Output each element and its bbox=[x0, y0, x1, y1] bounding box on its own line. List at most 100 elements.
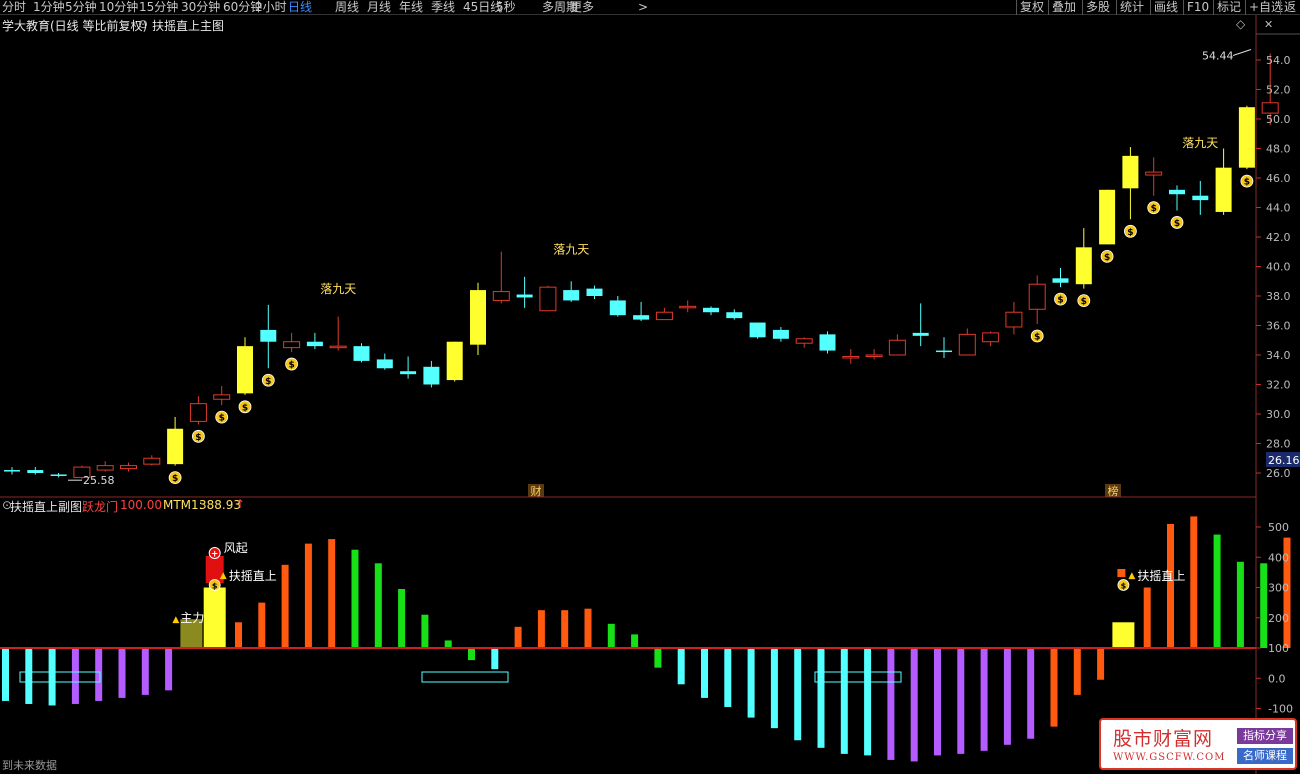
toolbar-button-7[interactable]: +自选 bbox=[1249, 0, 1283, 15]
period-tab-14[interactable]: 5秒 bbox=[496, 0, 516, 15]
main-indicator-title[interactable]: 扶摇直上主图 bbox=[152, 17, 224, 34]
soar-label: 扶摇直上 bbox=[1137, 568, 1185, 583]
period-tab-8[interactable]: 日线 bbox=[288, 0, 312, 15]
indicator-bar bbox=[421, 614, 429, 648]
indicator-bar bbox=[724, 648, 732, 707]
candle-body bbox=[609, 300, 626, 316]
candle-body bbox=[1075, 247, 1092, 285]
toolbar-separator bbox=[1183, 0, 1184, 15]
money-bag-sign: $ bbox=[1057, 296, 1063, 306]
candle-body bbox=[306, 341, 323, 347]
period-tab-9[interactable]: 周线 bbox=[335, 0, 359, 15]
candle-body bbox=[865, 354, 883, 357]
indicator-bar bbox=[398, 589, 406, 648]
price-axis: ◇ ✕ 54.0 52.0 50.0 48.0 46.0 44.0 42.0 40.0 38.0 36… bbox=[0, 15, 1300, 774]
toolbar-button-8[interactable]: 返 bbox=[1284, 0, 1296, 15]
candle-body bbox=[4, 470, 20, 472]
candle-body bbox=[329, 345, 347, 349]
more-chevron-icon[interactable]: > bbox=[638, 0, 648, 15]
indicator-bar bbox=[95, 648, 103, 701]
indicator-bar bbox=[235, 622, 242, 648]
candle-body bbox=[1052, 278, 1069, 283]
watermark-tag-share: 指标分享 bbox=[1237, 728, 1293, 744]
y-tick-label: 54.0 bbox=[1266, 54, 1291, 67]
indicator-bar bbox=[677, 648, 685, 685]
indicator-bar bbox=[165, 648, 173, 691]
candle-body bbox=[772, 329, 789, 339]
indicator-bar bbox=[607, 623, 615, 648]
toolbar-button-3[interactable]: 统计 bbox=[1120, 0, 1144, 15]
toolbar-button-0[interactable]: 复权 bbox=[1020, 0, 1044, 15]
candle-body bbox=[819, 334, 836, 351]
indicator-bar bbox=[1050, 648, 1058, 727]
money-bag-sign: $ bbox=[219, 414, 225, 424]
candlestick-layer bbox=[4, 53, 1279, 479]
indicator-bar bbox=[584, 608, 592, 648]
period-tab-4[interactable]: 15分钟 bbox=[139, 0, 178, 15]
indicator-bar bbox=[1073, 648, 1081, 695]
watermark-logo: 股市财富网 WWW.GSCFW.COM 指标分享 名师课程 bbox=[1099, 718, 1297, 770]
indicator-bar bbox=[1143, 587, 1151, 648]
event-marker-text: 榜 bbox=[1108, 484, 1119, 498]
indicator-bar bbox=[957, 648, 965, 754]
watermark-tag-course: 名师课程 bbox=[1237, 748, 1293, 764]
candle-body bbox=[703, 307, 719, 313]
candle-body bbox=[1099, 189, 1116, 245]
toolbar-button-4[interactable]: 画线 bbox=[1154, 0, 1178, 15]
sub-y-tick-label: -100 bbox=[1268, 703, 1293, 716]
period-tab-10[interactable]: 月线 bbox=[367, 0, 391, 15]
high-arrow-icon bbox=[1232, 49, 1252, 56]
candle-body bbox=[189, 403, 207, 422]
period-tab-3[interactable]: 10分钟 bbox=[99, 0, 138, 15]
candle-body bbox=[1028, 283, 1046, 310]
candle-body bbox=[1005, 311, 1023, 328]
toolbar-button-1[interactable]: 叠加 bbox=[1052, 0, 1076, 15]
candle-body bbox=[1145, 171, 1163, 176]
close-icon: ✕ bbox=[1264, 18, 1273, 31]
period-tab-16[interactable]: 更多 bbox=[570, 0, 594, 15]
indicator-bar bbox=[1260, 563, 1268, 648]
indicator-bar bbox=[2, 648, 9, 701]
indicator-bar bbox=[328, 539, 336, 648]
indicator-toggle-icon[interactable]: ⊙ bbox=[138, 17, 148, 31]
period-tab-11[interactable]: 年线 bbox=[399, 0, 423, 15]
toolbar-separator bbox=[1280, 0, 1281, 15]
period-tab-7[interactable]: 2小时 bbox=[255, 0, 287, 15]
indicator-bar bbox=[1027, 648, 1035, 739]
money-bag-sign: $ bbox=[195, 433, 201, 443]
indicator-bar bbox=[304, 543, 312, 648]
candle-body bbox=[1169, 189, 1185, 195]
money-bag-sign: $ bbox=[1174, 219, 1180, 229]
indicator-bar bbox=[887, 648, 895, 760]
candle-body bbox=[50, 474, 67, 476]
toolbar-button-5[interactable]: F10 bbox=[1187, 0, 1209, 15]
period-tab-2[interactable]: 5分钟 bbox=[65, 0, 97, 15]
soar-marker bbox=[1117, 569, 1126, 577]
toolbar-button-2[interactable]: 多股 bbox=[1086, 0, 1110, 15]
candle-body bbox=[96, 465, 114, 471]
toolbar-button-6[interactable]: 标记 bbox=[1217, 0, 1241, 15]
candle-body bbox=[1192, 195, 1209, 201]
indicator-bar bbox=[817, 648, 825, 748]
period-tab-12[interactable]: 季线 bbox=[431, 0, 455, 15]
fall-signal-label: 落九天 bbox=[1182, 136, 1218, 150]
indicator-bar bbox=[514, 626, 522, 648]
y-tick-label: 32.0 bbox=[1266, 379, 1291, 392]
period-tab-0[interactable]: 分时 bbox=[2, 0, 26, 15]
indicator-bar bbox=[701, 648, 708, 698]
indicator-bar bbox=[770, 648, 778, 729]
indicator-bar bbox=[118, 648, 126, 698]
indicator-name: 跃龙门 bbox=[82, 500, 119, 514]
sub-indicator-title[interactable]: 扶摇直上副图 bbox=[10, 498, 82, 515]
indicator-bar bbox=[1097, 648, 1105, 680]
candle-body bbox=[749, 322, 766, 338]
period-tab-5[interactable]: 30分钟 bbox=[181, 0, 220, 15]
sub-y-tick-label: 200 bbox=[1268, 612, 1289, 625]
candle-body bbox=[958, 333, 976, 356]
period-tab-1[interactable]: 1分钟 bbox=[33, 0, 65, 15]
chart-area[interactable]: $$$$$$$$$$$$$$落九天落九天落九天54.4425.58财榜 + 风起$… bbox=[0, 15, 1300, 774]
period-toolbar: 分时 1分钟 5分钟 10分钟 15分钟 30分钟 60分钟 2小时 日线 周线 月线 年线 季线 45日… bbox=[0, 0, 1300, 15]
indicator-bar bbox=[1213, 534, 1221, 648]
candle-body bbox=[912, 332, 929, 336]
candle-body bbox=[539, 286, 557, 312]
